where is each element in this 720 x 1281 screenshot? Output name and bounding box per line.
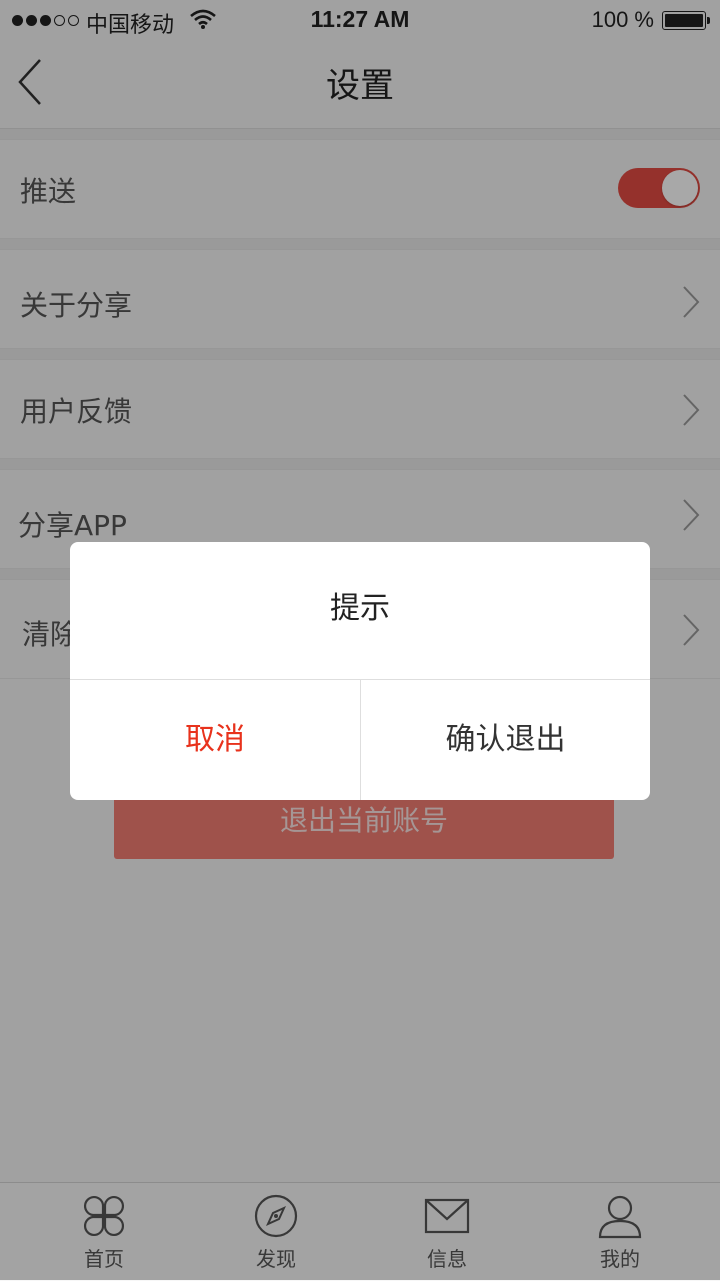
logout-confirm-dialog: 提示 取消 确认退出 [70, 542, 650, 800]
confirm-logout-button[interactable]: 确认退出 [361, 680, 650, 800]
cancel-button[interactable]: 取消 [70, 680, 361, 800]
dialog-title: 提示 [70, 542, 650, 680]
